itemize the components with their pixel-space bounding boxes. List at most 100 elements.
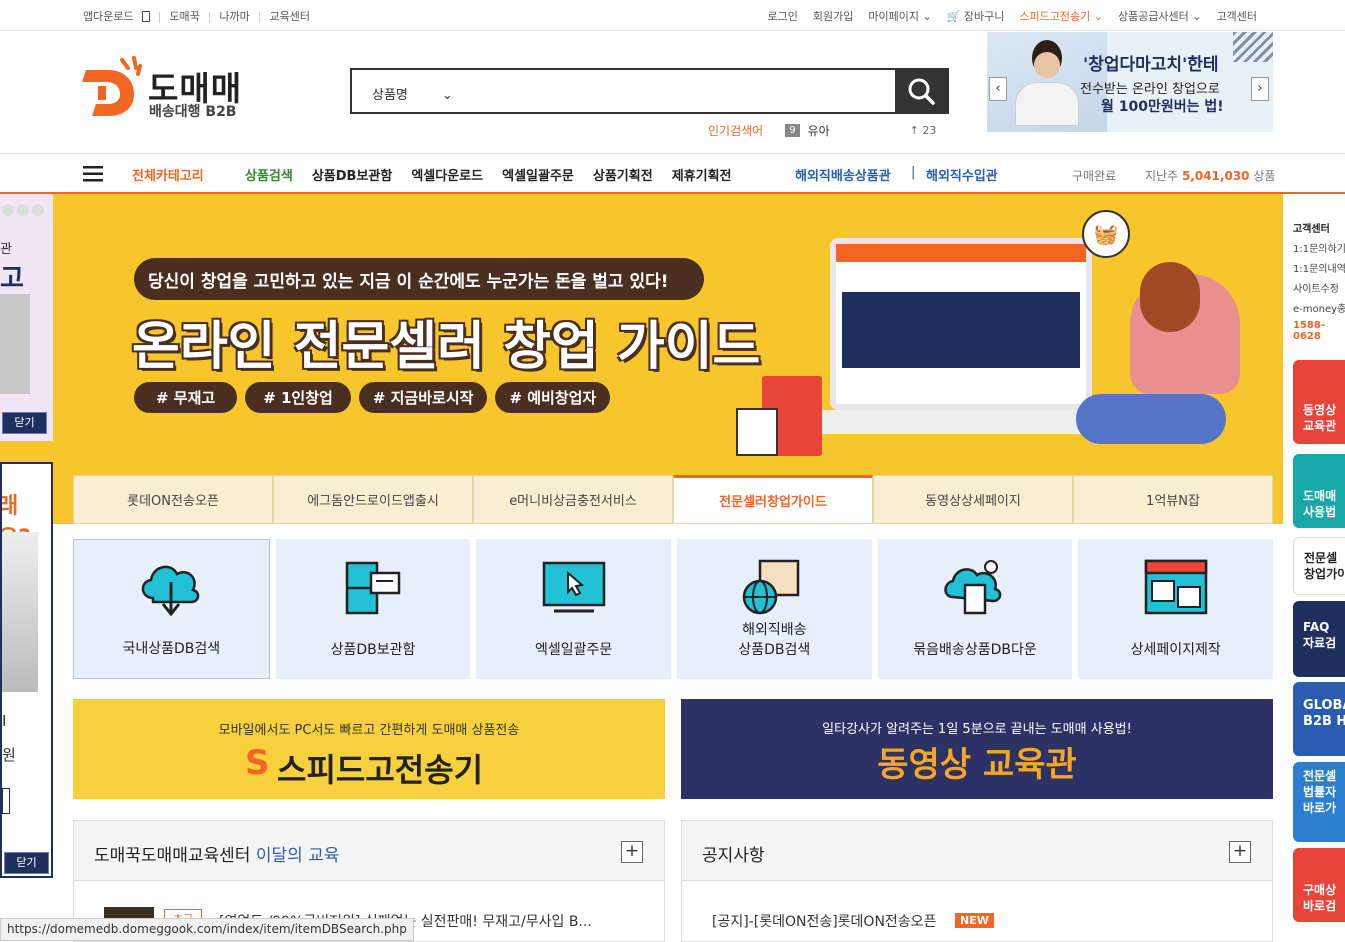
notice-more-button[interactable]: + bbox=[1229, 841, 1251, 863]
quick-detail-page-making[interactable]: 상세페이지제작 bbox=[1078, 539, 1274, 679]
rside-card-legal[interactable]: 전문셀 법률자 바로가 bbox=[1293, 762, 1345, 842]
promo1-subtitle: 모바일에서도 PC서도 빠르고 간편하게 도매매 상품전송 bbox=[218, 723, 520, 738]
speedgo-promo-banner[interactable]: 모바일에서도 PC서도 빠르고 간편하게 도매매 상품전송 S 스피드고전송기 bbox=[73, 699, 665, 799]
all-category-link[interactable]: 전체카테고리 bbox=[132, 165, 204, 184]
menu-icon[interactable] bbox=[83, 166, 103, 182]
customer-center-link[interactable]: 고객센터 bbox=[1217, 8, 1257, 24]
speedgo-link[interactable]: 스피드고전송기 ⌄ bbox=[1019, 8, 1103, 24]
hero-title: 온라인 전문셀러 창업 가이드 bbox=[132, 317, 761, 377]
ad-line2: 전수받는 온라인 창업으로 bbox=[1080, 82, 1220, 97]
popular-keyword[interactable]: 유아 bbox=[808, 122, 830, 139]
product-image bbox=[2, 532, 38, 692]
nav-item-planned-exhibition[interactable]: 상품기획전 bbox=[593, 165, 653, 184]
app-download-link[interactable]: 앱다운로드 bbox=[83, 8, 134, 24]
quick-domestic-db-search[interactable]: 국내상품DB검색 bbox=[73, 539, 270, 679]
globe-box-icon bbox=[743, 559, 800, 615]
left-popup-bottom: 래요? I 원 닫기 bbox=[0, 462, 53, 878]
left-popup-top: 관 고 닫기 bbox=[0, 194, 53, 441]
quick-excel-order[interactable]: 엑셀일괄주문 bbox=[476, 539, 672, 679]
popular-keywords[interactable]: 인기검색어 9 유아 ↑ 23 bbox=[708, 122, 936, 139]
tab-android-app[interactable]: 에그돔안드로이드앱출시 bbox=[273, 475, 473, 524]
nakama-link[interactable]: 나까마 bbox=[219, 8, 249, 24]
notice-title: 공지사항 bbox=[702, 846, 765, 866]
hero-tags: # 무재고 # 1인창업 # 지금바로시작 # 예비창업자 bbox=[134, 382, 611, 413]
rside-link[interactable]: 1:1문의하기 bbox=[1293, 240, 1345, 260]
education-more-button[interactable]: + bbox=[621, 841, 643, 863]
ad-prev-button[interactable]: ‹ bbox=[989, 77, 1007, 101]
quick-overseas-db-search[interactable]: 해외직배송 상품DB검색 bbox=[677, 539, 872, 679]
signup-link[interactable]: 회원가입 bbox=[813, 8, 853, 24]
rside-link[interactable]: 1:1문의내역 bbox=[1293, 260, 1345, 280]
tab-video-detail[interactable]: 동영상상세페이지 bbox=[873, 475, 1073, 524]
nav-item-product-search[interactable]: 상품검색 bbox=[245, 165, 293, 184]
nav-divider: | bbox=[911, 165, 916, 180]
tab-emoney[interactable]: e머니비상금충전서비스 bbox=[473, 475, 673, 524]
hero-tag: # 1인창업 bbox=[245, 382, 351, 413]
rside-phone: 1588-0628 bbox=[1293, 320, 1325, 342]
notice-item[interactable]: [공지]-[롯데ON전송]롯데ON전송오픈 bbox=[712, 911, 936, 931]
purchase-done-link[interactable]: 구매완료 bbox=[1072, 167, 1116, 184]
rside-link[interactable]: 사이트수정 bbox=[1293, 280, 1345, 300]
popular-label: 인기검색어 bbox=[708, 124, 764, 138]
nav-item-partner-exhibition[interactable]: 제휴기획전 bbox=[672, 165, 732, 184]
top-utility-bar: 앱다운로드 | 도매꾹 | 나까마 | 교육센터 로그인 회원가입 마이페이지 … bbox=[0, 0, 1345, 31]
education-link[interactable]: 교육센터 bbox=[270, 8, 310, 24]
quick-menu: 국내상품DB검색 상품DB보관함 엑셀일괄주문 해외직배송 상품DB검색 묶음배… bbox=[73, 539, 1274, 679]
nav-overseas-import[interactable]: 해외직수입관 bbox=[926, 165, 998, 184]
phone-icon bbox=[141, 10, 150, 22]
logo-icon bbox=[82, 56, 142, 116]
rside-title: 고객센터 bbox=[1293, 224, 1330, 235]
rside-card-faq[interactable]: FAQ 자료검 bbox=[1293, 601, 1345, 677]
popular-change: ↑ 23 bbox=[909, 124, 937, 137]
tab-nview-job[interactable]: 1억뷰N잡 bbox=[1073, 475, 1273, 524]
basket-icon: 🧺 bbox=[1082, 210, 1130, 258]
laptop-illustration bbox=[830, 238, 1092, 410]
promo2-subtitle: 일타강사가 알려주는 1일 5분으로 끝내는 도매매 사용법! bbox=[822, 722, 1132, 737]
cart-link[interactable]: 🛒 장바구니 bbox=[947, 8, 1005, 24]
tab-seller-guide[interactable]: 전문셀러창업가이드 bbox=[673, 475, 873, 524]
hero-tabs: 롯데ON전송오픈 에그돔안드로이드앱출시 e머니비상금충전서비스 전문셀러창업가… bbox=[73, 475, 1273, 524]
stat-lastweek-label: 지난주 5,041,030 상품 bbox=[1145, 169, 1276, 183]
education-title: 도매꾹도매매교육센터 bbox=[94, 846, 251, 866]
quick-db-storage[interactable]: 상품DB보관함 bbox=[275, 539, 471, 679]
popup-text-fragment: 고 bbox=[0, 264, 24, 294]
popup-close-button[interactable]: 닫기 bbox=[4, 852, 49, 874]
nav-item-excel-order[interactable]: 엑셀일괄주문 bbox=[502, 165, 574, 184]
ad-next-button[interactable]: › bbox=[1251, 77, 1269, 101]
rside-card-purchase[interactable]: 구매상 바로검 bbox=[1293, 848, 1345, 922]
popup-pager-dots[interactable] bbox=[2, 204, 44, 216]
domeggook-link[interactable]: 도매꾹 bbox=[169, 8, 199, 24]
video-education-promo-banner[interactable]: 일타강사가 알려주는 1일 5분으로 끝내는 도매매 사용법! 동영상 교육관 bbox=[681, 699, 1273, 799]
rside-card-global[interactable]: GLOBAL B2B H bbox=[1293, 682, 1345, 756]
search-icon bbox=[908, 78, 935, 105]
popup-text-fragment: 관 bbox=[0, 242, 12, 257]
nav-item-excel-download[interactable]: 엑셀다운로드 bbox=[411, 165, 483, 184]
tab-lotteon[interactable]: 롯데ON전송오픈 bbox=[73, 475, 273, 524]
hero-tag: # 지금바로시작 bbox=[358, 382, 488, 413]
login-link[interactable]: 로그인 bbox=[768, 8, 798, 24]
new-badge: NEW bbox=[955, 913, 994, 928]
rside-card-guide[interactable]: 도매매 사용법 bbox=[1293, 454, 1345, 528]
search-input[interactable] bbox=[462, 70, 895, 112]
search-button[interactable] bbox=[895, 70, 947, 112]
ad-line3: 월 100만원버는 법! bbox=[1101, 99, 1224, 115]
chevron-down-icon: ⌄ bbox=[922, 10, 932, 23]
supplier-center-link[interactable]: 상품공급사센터 ⌄ bbox=[1118, 8, 1202, 24]
rside-card-video[interactable]: 동영상 교육관 bbox=[1293, 360, 1345, 444]
status-bar-url: https://domemedb.domeggook.com/index/ite… bbox=[0, 918, 414, 941]
rside-link[interactable]: e-money충전 bbox=[1293, 300, 1345, 320]
cloud-download-icon bbox=[142, 565, 200, 617]
nav-item-db-storage[interactable]: 상품DB보관함 bbox=[312, 165, 393, 184]
popup-close-button[interactable]: 닫기 bbox=[2, 412, 47, 434]
promo1-title: 스피드고전송기 bbox=[277, 751, 484, 789]
nav-overseas-shipping[interactable]: 해외직배송상품관 bbox=[795, 165, 891, 184]
mypage-link[interactable]: 마이페이지 ⌄ bbox=[868, 8, 931, 24]
file-cabinet-icon bbox=[345, 561, 401, 615]
quick-bundle-db-download[interactable]: 묶음배송상품DB다운 bbox=[877, 539, 1073, 679]
ad-banner[interactable]: '창업다마고치'한테 전수받는 온라인 창업으로 월 100만원버는 법! ‹ … bbox=[987, 32, 1273, 132]
fridge-image bbox=[0, 294, 30, 394]
search-category-select[interactable]: 상품명 ⌄ bbox=[352, 70, 462, 112]
main-nav: 전체카테고리 상품검색 상품DB보관함 엑셀다운로드 엑셀일괄주문 상품기획전 … bbox=[0, 153, 1345, 194]
rside-card-seller[interactable]: 전문셀 창업가이 bbox=[1293, 537, 1345, 595]
ad-line1: '창업다마고치'한테 bbox=[1083, 55, 1219, 75]
